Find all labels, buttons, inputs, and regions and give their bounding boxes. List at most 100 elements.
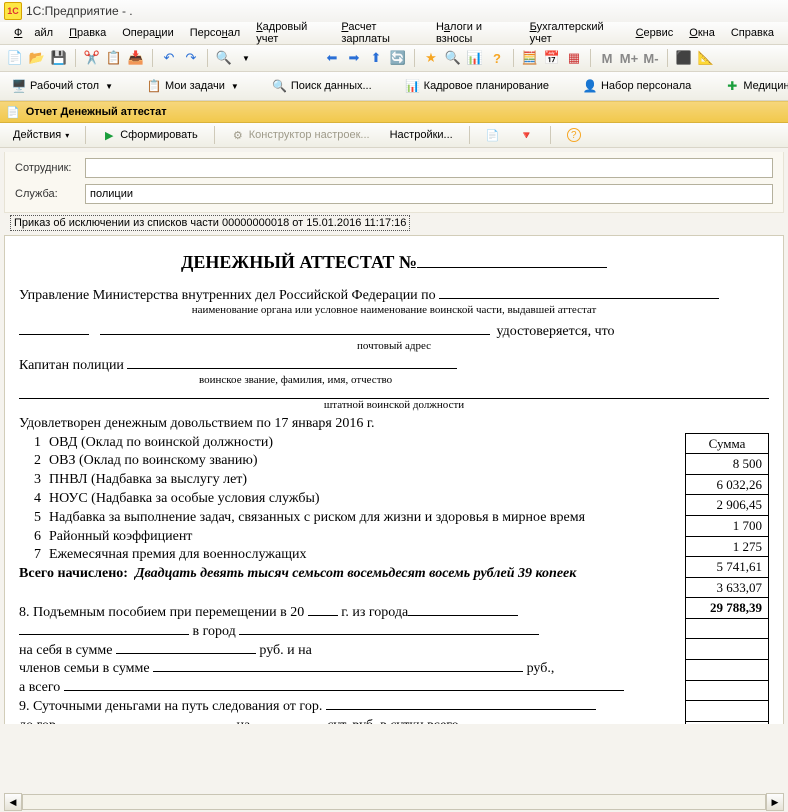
misc2-icon[interactable]: 📐 — [697, 49, 715, 67]
sum-total: 29 788,39 — [686, 598, 769, 619]
nav-fwd-icon[interactable]: ➡ — [345, 49, 363, 67]
sum-cell: 5 741,61 — [686, 557, 769, 578]
nav-hiring[interactable]: 👤Набор персонала — [577, 77, 697, 95]
settings-button[interactable]: Настройки... — [383, 127, 460, 143]
menu-service[interactable]: Сервис — [630, 25, 680, 41]
separator — [75, 49, 76, 67]
calc-icon[interactable]: 🧮 — [521, 49, 539, 67]
sum-table: Сумма 8 500 6 032,26 2 906,45 1 700 1 27… — [685, 433, 769, 724]
menu-hr[interactable]: Кадровый учет — [250, 19, 331, 47]
nav-medical[interactable]: ✚Медицинское страхование▼ — [719, 77, 788, 95]
copy-icon[interactable]: 📋 — [105, 49, 123, 67]
app-logo-icon: 1C — [4, 2, 22, 20]
nav-planning[interactable]: 📊Кадровое планирование — [400, 77, 555, 95]
new-icon[interactable]: 📄 — [6, 49, 24, 67]
menu-help[interactable]: Справка — [725, 25, 780, 41]
dropdown-icon[interactable]: ▼ — [237, 49, 255, 67]
service-field[interactable]: полиции — [85, 184, 773, 204]
search-nav-icon: 🔍 — [273, 79, 287, 93]
nav-up-icon[interactable]: ⬆ — [367, 49, 385, 67]
actions-menu[interactable]: Действия▾ — [6, 127, 76, 143]
nav-tasks[interactable]: 📋Мои задачи▼ — [141, 77, 245, 95]
main-menu[interactable]: Файл Правка Операции Персонал Кадровый у… — [0, 22, 788, 45]
nav-back-icon[interactable]: ⬅ — [323, 49, 341, 67]
separator — [414, 49, 415, 67]
menu-windows[interactable]: Окна — [683, 25, 721, 41]
menu-personnel[interactable]: Персонал — [184, 25, 247, 41]
satisfied-line: Удовлетворен денежным довольствием по 17… — [19, 416, 769, 433]
separator — [207, 49, 208, 67]
sum-cell: 8 500 — [686, 454, 769, 475]
actions-bar: Действия▾ ▶Сформировать ⚙Конструктор нас… — [0, 123, 788, 148]
paste-icon[interactable]: 📥 — [127, 49, 145, 67]
separator — [214, 126, 215, 144]
rank-text: Капитан полиции — [19, 358, 124, 373]
service-label: Служба: — [15, 188, 85, 200]
tasks-icon: 📋 — [147, 79, 161, 93]
menu-file[interactable]: Файл — [8, 25, 59, 41]
desktop-icon: 🖥️ — [12, 79, 26, 93]
redo-icon[interactable]: ↷ — [182, 49, 200, 67]
help-action[interactable]: ? — [560, 126, 588, 144]
open-icon[interactable]: 📂 — [28, 49, 46, 67]
refresh-icon[interactable]: 🔄 — [389, 49, 407, 67]
org-line: Управление Министерства внутренних дел Р… — [19, 288, 436, 303]
separator — [152, 49, 153, 67]
employee-field[interactable] — [85, 158, 773, 178]
scroll-right-icon[interactable]: ▶ — [766, 793, 784, 811]
tool2-button[interactable]: 🔻 — [513, 126, 541, 144]
sheet-icon: 📄 — [486, 128, 500, 142]
medical-icon: ✚ — [725, 79, 739, 93]
help-icon[interactable]: ? — [488, 49, 506, 67]
window-title: 1С:Предприятие - . — [26, 4, 133, 18]
filter-panel: Сотрудник: Служба: полиции — [4, 152, 784, 213]
menu-accounting[interactable]: Бухгалтерский учет — [524, 19, 626, 47]
menu-taxes[interactable]: Налоги и взносы — [430, 19, 520, 47]
sum-cell: 1 275 — [686, 536, 769, 557]
report-icon[interactable]: 📊 — [466, 49, 484, 67]
cut-icon[interactable]: ✂️ — [83, 49, 101, 67]
main-toolbar: 📄 📂 💾 ✂️ 📋 📥 ↶ ↷ 🔍 ▼ ⬅ ➡ ⬆ 🔄 ★ 🔍 📊 ? 🧮 📅… — [0, 45, 788, 72]
menu-edit[interactable]: Правка — [63, 25, 112, 41]
item-list: 1ОВД (Оклад по воинской должности) 2ОВЗ … — [19, 435, 769, 724]
help-round-icon: ? — [567, 128, 581, 142]
rank-sub: воинское звание, фамилия, имя, отчество — [19, 374, 769, 387]
play-icon: ▶ — [102, 128, 116, 142]
star-icon[interactable]: ★ — [422, 49, 440, 67]
search-icon[interactable]: 🔍 — [215, 49, 233, 67]
separator — [550, 126, 551, 144]
undo-icon[interactable]: ↶ — [160, 49, 178, 67]
certifies-text: удостоверяется, что — [497, 324, 615, 339]
scroll-left-icon[interactable]: ◀ — [4, 793, 22, 811]
report-icon: 📄 — [6, 106, 20, 119]
save-icon[interactable]: 💾 — [50, 49, 68, 67]
report-tab-label: Отчет Денежный аттестат — [26, 106, 167, 118]
table-icon[interactable]: ▦ — [565, 49, 583, 67]
gear-icon: ⚙ — [231, 128, 245, 142]
tool1-button[interactable]: 📄 — [479, 126, 507, 144]
misc1-icon[interactable]: ⬛ — [675, 49, 693, 67]
constructor-button[interactable]: ⚙Конструктор настроек... — [224, 126, 377, 144]
sum-cell: 3 633,07 — [686, 577, 769, 598]
m-minus-icon[interactable]: M- — [642, 49, 660, 67]
separator — [469, 126, 470, 144]
menu-operations[interactable]: Операции — [116, 25, 179, 41]
form-button[interactable]: ▶Сформировать — [95, 126, 205, 144]
m-icon[interactable]: M — [598, 49, 616, 67]
find-icon[interactable]: 🔍 — [444, 49, 462, 67]
order-link[interactable]: Приказ об исключении из списков части 00… — [10, 217, 778, 229]
nav-search[interactable]: 🔍Поиск данных... — [267, 77, 378, 95]
separator — [513, 49, 514, 67]
sum-cell: 1 700 — [686, 515, 769, 536]
post-sub: штатной воинской должности — [19, 399, 769, 412]
document-body: ДЕНЕЖНЫЙ АТТЕСТАТ № Управление Министерс… — [4, 235, 784, 724]
nav-desktop[interactable]: 🖥️Рабочий стол▼ — [6, 77, 119, 95]
org-sub: наименование органа или условное наимено… — [19, 304, 769, 317]
calendar-icon[interactable]: 📅 — [543, 49, 561, 67]
m-plus-icon[interactable]: M+ — [620, 49, 638, 67]
sum-cell: 2 906,45 — [686, 495, 769, 516]
horizontal-scrollbar[interactable]: ◀ ▶ — [4, 794, 784, 810]
employee-label: Сотрудник: — [15, 162, 85, 174]
user-add-icon: 👤 — [583, 79, 597, 93]
menu-salary[interactable]: Расчет зарплаты — [335, 19, 426, 47]
